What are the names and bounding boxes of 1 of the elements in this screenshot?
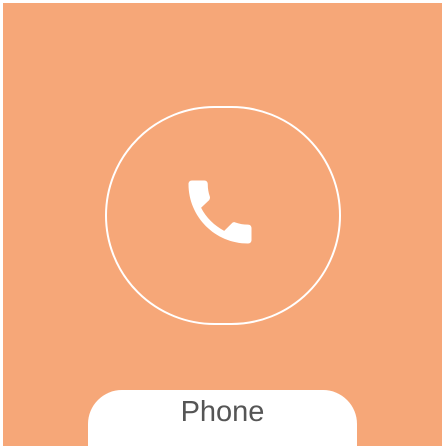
phone-label[interactable]: Phone [88, 390, 357, 446]
